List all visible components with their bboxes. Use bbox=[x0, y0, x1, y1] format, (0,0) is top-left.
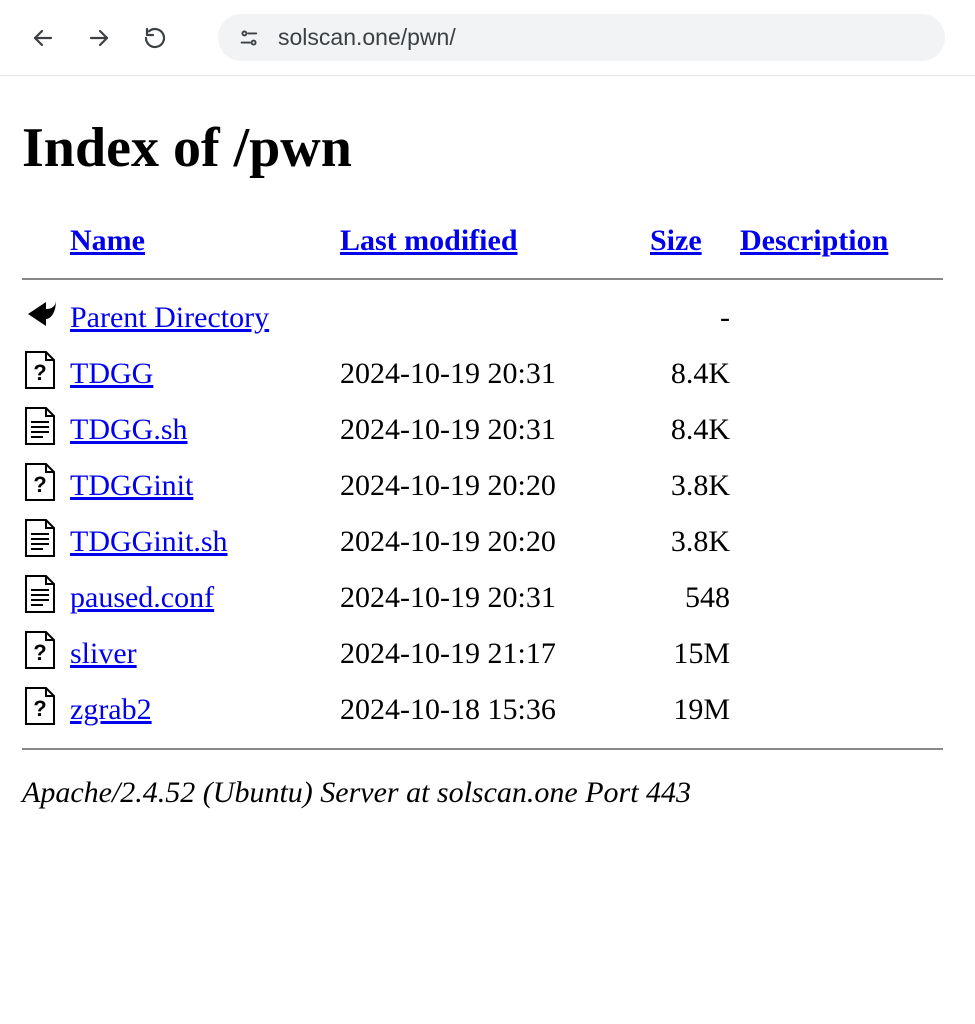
page-content: Index of /pwn Name Last modified Size De… bbox=[0, 76, 975, 840]
cell-modified bbox=[340, 290, 650, 346]
address-bar[interactable]: solscan.one/pwn/ bbox=[218, 14, 945, 61]
sort-modified-link[interactable]: Last modified bbox=[340, 224, 518, 257]
file-link[interactable]: TDGGinit.sh bbox=[70, 525, 228, 558]
cell-size: 15M bbox=[650, 626, 740, 682]
cell-size: 3.8K bbox=[650, 458, 740, 514]
reload-button[interactable] bbox=[142, 25, 168, 51]
arrow-right-icon bbox=[87, 26, 111, 50]
page-title: Index of /pwn bbox=[22, 116, 953, 180]
file-link[interactable]: TDGG bbox=[70, 357, 153, 390]
cell-desc bbox=[740, 626, 953, 682]
cell-desc bbox=[740, 682, 953, 738]
file-link[interactable]: TDGGinit bbox=[70, 469, 193, 502]
parent-dir-icon bbox=[22, 294, 58, 334]
parent-dir-link[interactable]: Parent Directory bbox=[70, 301, 269, 334]
cell-size: 8.4K bbox=[650, 346, 740, 402]
table-row: TDGGinit 2024-10-19 20:203.8K bbox=[22, 458, 953, 514]
site-settings-icon[interactable] bbox=[238, 27, 260, 49]
cell-modified: 2024-10-18 15:36 bbox=[340, 682, 650, 738]
server-footer: Apache/2.4.52 (Ubuntu) Server at solscan… bbox=[22, 776, 953, 810]
file-link[interactable]: TDGG.sh bbox=[70, 413, 188, 446]
cell-modified: 2024-10-19 20:20 bbox=[340, 514, 650, 570]
url-text: solscan.one/pwn/ bbox=[278, 24, 456, 51]
header-modified: Last modified bbox=[340, 220, 650, 268]
cell-size: 548 bbox=[650, 570, 740, 626]
table-row: TDGG.sh 2024-10-19 20:318.4K bbox=[22, 402, 953, 458]
table-row: TDGGinit.sh 2024-10-19 20:203.8K bbox=[22, 514, 953, 570]
table-row: paused.conf 2024-10-19 20:31548 bbox=[22, 570, 953, 626]
separator bbox=[22, 278, 943, 280]
cell-size: 3.8K bbox=[650, 514, 740, 570]
cell-modified: 2024-10-19 20:31 bbox=[340, 570, 650, 626]
cell-desc bbox=[740, 346, 953, 402]
header-row: Name Last modified Size Description bbox=[22, 220, 953, 268]
cell-desc bbox=[740, 514, 953, 570]
cell-size: 8.4K bbox=[650, 402, 740, 458]
header-icon bbox=[22, 220, 70, 268]
file-type-icon bbox=[22, 518, 58, 558]
table-row: TDGG 2024-10-19 20:318.4K bbox=[22, 346, 953, 402]
separator bbox=[22, 748, 943, 750]
table-row: sliver 2024-10-19 21:1715M bbox=[22, 626, 953, 682]
cell-desc bbox=[740, 290, 953, 346]
forward-button[interactable] bbox=[86, 25, 112, 51]
browser-toolbar: solscan.one/pwn/ bbox=[0, 0, 975, 76]
cell-desc bbox=[740, 458, 953, 514]
cell-modified: 2024-10-19 20:20 bbox=[340, 458, 650, 514]
header-size: Size bbox=[650, 220, 740, 268]
file-type-icon bbox=[22, 574, 58, 614]
sort-name-link[interactable]: Name bbox=[70, 224, 145, 257]
file-type-icon bbox=[22, 630, 58, 670]
table-row: zgrab2 2024-10-18 15:3619M bbox=[22, 682, 953, 738]
arrow-left-icon bbox=[31, 26, 55, 50]
file-link[interactable]: sliver bbox=[70, 637, 137, 670]
cell-desc bbox=[740, 402, 953, 458]
file-type-icon bbox=[22, 686, 58, 726]
back-button[interactable] bbox=[30, 25, 56, 51]
file-type-icon bbox=[22, 406, 58, 446]
header-name: Name bbox=[70, 220, 340, 268]
directory-listing: Name Last modified Size Description Pare… bbox=[22, 220, 953, 760]
cell-modified: 2024-10-19 20:31 bbox=[340, 346, 650, 402]
cell-size: - bbox=[650, 290, 740, 346]
cell-modified: 2024-10-19 21:17 bbox=[340, 626, 650, 682]
cell-modified: 2024-10-19 20:31 bbox=[340, 402, 650, 458]
file-link[interactable]: paused.conf bbox=[70, 581, 214, 614]
cell-size: 19M bbox=[650, 682, 740, 738]
table-row: Parent Directory - bbox=[22, 290, 953, 346]
header-description: Description bbox=[740, 220, 953, 268]
sort-size-link[interactable]: Size bbox=[650, 224, 702, 257]
sort-description-link[interactable]: Description bbox=[740, 224, 888, 257]
cell-desc bbox=[740, 570, 953, 626]
file-type-icon bbox=[22, 462, 58, 502]
file-type-icon bbox=[22, 350, 58, 390]
file-link[interactable]: zgrab2 bbox=[70, 693, 152, 726]
reload-icon bbox=[143, 26, 167, 50]
